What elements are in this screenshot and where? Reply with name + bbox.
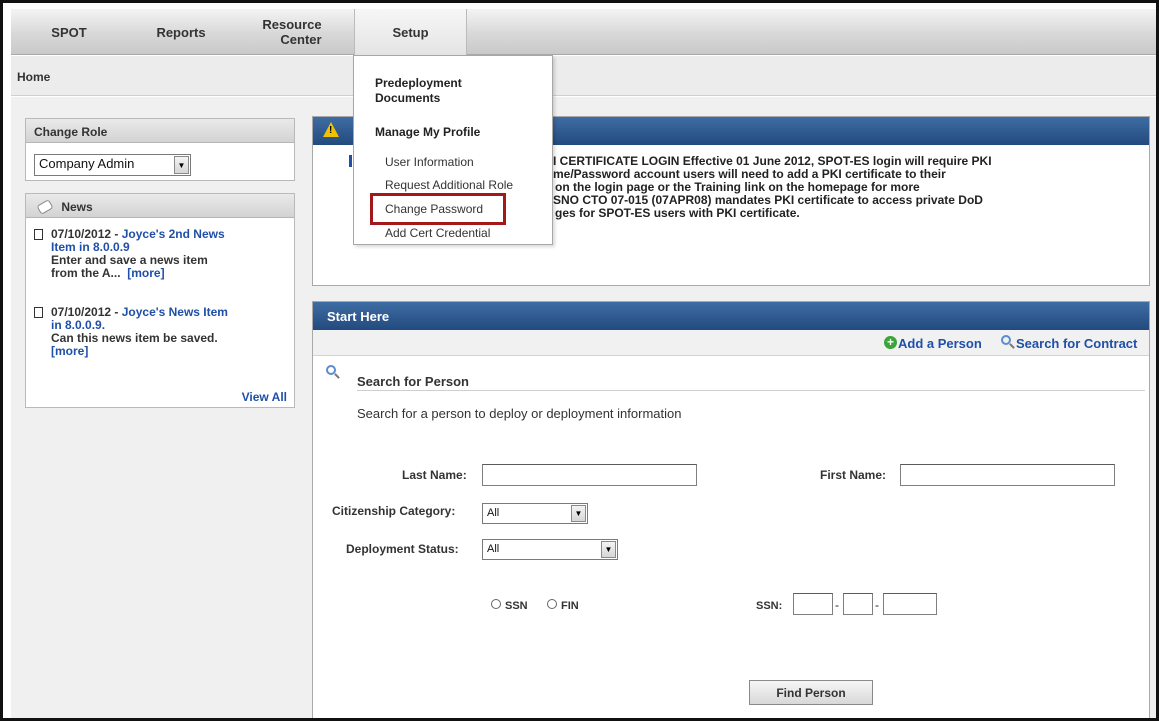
ssn-part1-input[interactable] <box>793 593 833 615</box>
menu-item-add-cert-credential[interactable]: Add Cert Credential <box>385 226 490 240</box>
nav-tab-setup[interactable]: Setup <box>354 9 467 55</box>
document-icon <box>34 307 43 318</box>
citizenship-select[interactable]: All ▼ <box>482 503 588 524</box>
document-icon <box>34 229 43 240</box>
last-name-label: Last Name: <box>402 468 467 482</box>
menu-predeployment-documents[interactable]: Predeployment Documents <box>375 76 462 106</box>
menu-predeployment-line1: Predeployment <box>375 76 462 90</box>
news-body-cont: from the A... <box>51 266 121 280</box>
menu-item-request-additional-role[interactable]: Request Additional Role <box>385 178 513 192</box>
news-panel: News 07/10/2012 - Joyce's 2nd News Item … <box>25 193 295 408</box>
search-contract-link[interactable]: Search for Contract <box>1016 336 1137 351</box>
news-sep: - <box>111 305 122 319</box>
news-more-link[interactable]: [more] <box>127 266 164 280</box>
citizenship-label: Citizenship Category: <box>332 504 456 518</box>
first-name-label: First Name: <box>820 468 887 482</box>
magnifier-icon-handle <box>334 373 340 379</box>
first-name-input[interactable] <box>900 464 1115 486</box>
breadcrumb-bar: Home <box>11 56 1156 96</box>
nav-tab-spot[interactable]: SPOT <box>39 9 99 55</box>
news-title-link[interactable]: Joyce's News Item <box>122 305 228 319</box>
ssn-part3-input[interactable] <box>883 593 937 615</box>
start-here-panel: Start Here + Add a Person Search for Con… <box>312 301 1150 718</box>
news-title-bar: News <box>26 194 294 218</box>
ssn-dash: - <box>875 598 879 612</box>
warning-icon-mark: ! <box>329 125 333 136</box>
news-icon <box>36 199 54 215</box>
breadcrumb[interactable]: Home <box>17 70 50 84</box>
add-icon[interactable]: + <box>884 336 897 349</box>
notice-bullet-fragment <box>349 155 352 167</box>
start-here-header: Start Here <box>313 302 1149 330</box>
dropdown-arrow-icon: ▼ <box>601 541 616 558</box>
fin-radio[interactable] <box>547 599 557 609</box>
search-person-heading: Search for Person <box>357 374 469 389</box>
add-person-link[interactable]: Add a Person <box>898 336 982 351</box>
citizenship-select-value: All <box>487 507 500 519</box>
nav-tab-resource-line2: Center <box>280 32 322 47</box>
dropdown-arrow-icon: ▼ <box>174 156 189 174</box>
ssn-label: SSN: <box>756 600 783 612</box>
role-select-value: Company Admin <box>39 156 135 171</box>
change-role-title: Change Role <box>26 119 294 143</box>
menu-item-change-password[interactable]: Change Password <box>385 202 483 216</box>
menu-predeployment-line2: Documents <box>375 91 441 105</box>
ssn-radio[interactable] <box>491 599 501 609</box>
role-select[interactable]: Company Admin ▼ <box>34 154 191 176</box>
news-date: 07/10/2012 <box>51 227 112 241</box>
dropdown-arrow-icon: ▼ <box>571 505 586 522</box>
news-sep: - <box>111 227 122 241</box>
fin-radio-label: FIN <box>561 600 579 612</box>
find-person-button[interactable]: Find Person <box>749 680 873 705</box>
news-title-link-cont[interactable]: in 8.0.0.9. <box>51 318 105 332</box>
deployment-status-select[interactable]: All ▼ <box>482 539 618 560</box>
news-date: 07/10/2012 <box>51 305 112 319</box>
ssn-dash: - <box>835 598 839 612</box>
deployment-status-select-value: All <box>487 543 500 555</box>
nav-tab-resource-line1: Resource <box>262 17 322 32</box>
top-nav: SPOT Reports Resource Center Setup <box>11 9 1156 55</box>
news-body: Can this news item be saved. <box>51 331 218 345</box>
news-body: Enter and save a news item <box>51 253 208 267</box>
heading-divider <box>357 390 1145 391</box>
search-description: Search for a person to deploy or deploym… <box>357 406 682 421</box>
news-item: 07/10/2012 - Joyce's News Item in 8.0.0.… <box>34 306 284 358</box>
app-frame: SPOT Reports Resource Center Setup Home … <box>0 0 1159 721</box>
ssn-part2-input[interactable] <box>843 593 873 615</box>
news-item: 07/10/2012 - Joyce's 2nd News Item in 8.… <box>34 228 284 280</box>
change-role-panel: Change Role Company Admin ▼ <box>25 118 295 181</box>
notice-line: ges for SPOT-ES users with PKI certifica… <box>555 206 800 220</box>
nav-tab-resource-center[interactable]: Resource Center <box>259 9 329 55</box>
ssn-radio-label: SSN <box>505 600 528 612</box>
menu-manage-my-profile[interactable]: Manage My Profile <box>375 125 480 140</box>
deployment-status-label: Deployment Status: <box>346 542 459 556</box>
news-title-link[interactable]: Joyce's 2nd News <box>122 227 225 241</box>
setup-menu: Predeployment Documents Manage My Profil… <box>353 55 553 245</box>
view-all-link[interactable]: View All <box>242 390 287 404</box>
news-title-link-cont[interactable]: Item in 8.0.0.9 <box>51 240 130 254</box>
news-more-link[interactable]: [more] <box>51 344 88 358</box>
last-name-input[interactable] <box>482 464 697 486</box>
menu-item-user-information[interactable]: User Information <box>385 155 474 169</box>
news-title: News <box>61 200 93 214</box>
nav-tab-reports[interactable]: Reports <box>141 9 221 55</box>
